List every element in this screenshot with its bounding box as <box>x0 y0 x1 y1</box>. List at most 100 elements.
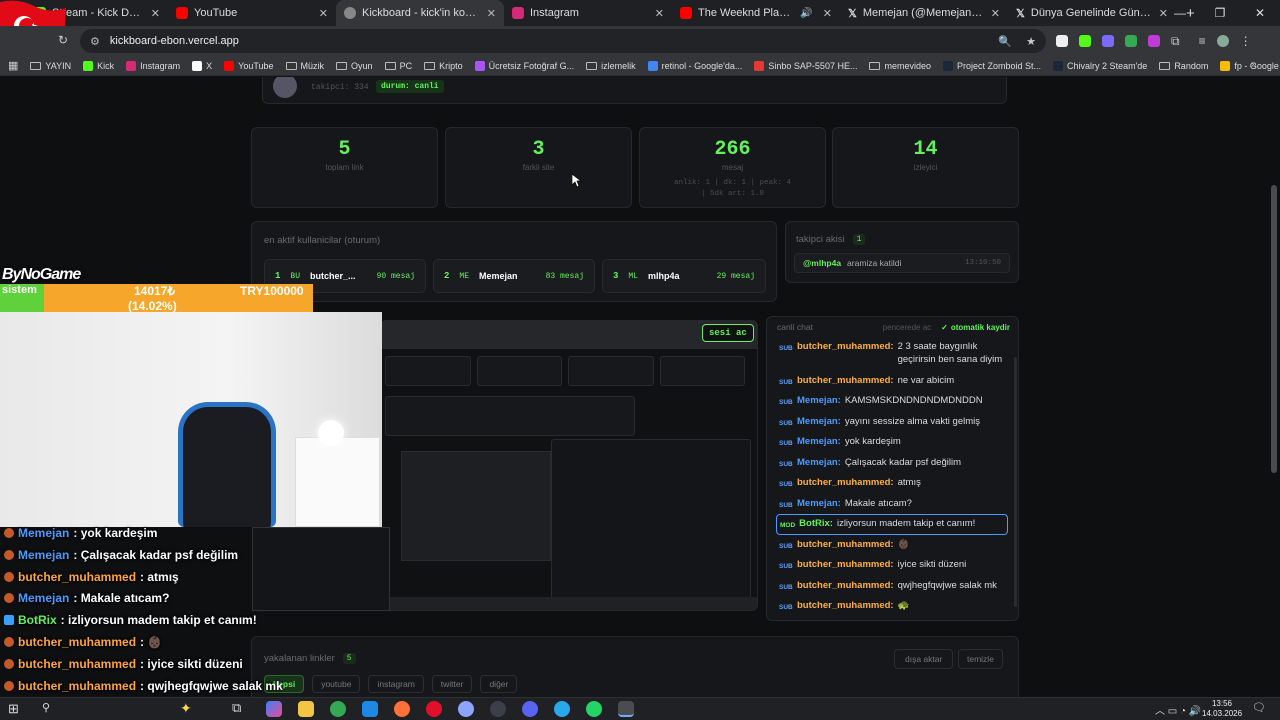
close-icon[interactable]: ✕ <box>319 7 328 20</box>
firefox-icon[interactable] <box>394 701 410 717</box>
extension-icon[interactable] <box>1148 35 1160 47</box>
menu-icon[interactable]: ⋮ <box>1240 34 1252 48</box>
widgets-icon[interactable]: ✦ <box>180 700 192 717</box>
site-info-icon[interactable]: ⚙ <box>90 35 100 48</box>
chrome-active-icon[interactable] <box>618 701 634 717</box>
zoom-icon[interactable]: 🔍 <box>998 35 1012 48</box>
page-scrollbar[interactable] <box>1271 185 1277 473</box>
close-icon[interactable]: ✕ <box>655 7 664 20</box>
bookmark-item[interactable]: PC <box>384 61 412 71</box>
bookmark-item[interactable]: retinol - Google'da... <box>647 60 742 71</box>
bookmark-item[interactable]: Müzik <box>285 61 324 71</box>
bookmark-label: YAYIN <box>45 60 72 71</box>
chat-username[interactable]: Memejan: <box>797 497 841 512</box>
telegram-icon[interactable] <box>554 701 570 717</box>
chat-username[interactable]: Memejan: <box>797 394 841 409</box>
bookmark-item[interactable]: Random <box>1159 61 1208 71</box>
extension-icon[interactable] <box>1056 35 1068 47</box>
close-icon[interactable]: ✕ <box>151 7 160 20</box>
popout-button[interactable]: pencerede ac <box>883 323 931 332</box>
start-button[interactable]: ⊞ <box>8 701 19 717</box>
close-window-button[interactable]: ✕ <box>1240 6 1280 20</box>
address-bar[interactable]: ⚙ kickboard-ebon.vercel.app 🔍 ★ <box>80 29 1046 53</box>
bookmark-item[interactable]: Ücretsiz Fotoğraf G... <box>474 60 574 71</box>
filter-twitter[interactable]: twitter <box>431 675 473 693</box>
restore-button[interactable]: ❐ <box>1200 6 1240 20</box>
chat-username[interactable]: Memejan: <box>797 435 841 450</box>
message-count: 29 mesaj <box>716 271 755 281</box>
mail-icon[interactable] <box>362 701 378 717</box>
bookmark-item[interactable]: Oyun <box>336 61 373 71</box>
chat-scrollbar[interactable] <box>1014 357 1017 607</box>
chat-username[interactable]: butcher_muhammed: <box>797 374 894 389</box>
task-view-icon[interactable]: ⧉ <box>232 700 241 716</box>
stream-preview[interactable]: sesi ac <box>380 320 758 611</box>
media-icon[interactable]: ≡ <box>1199 34 1206 48</box>
tab-trending[interactable]: 𝕏 Dünya Genelinde Gündemdeki ✕ <box>1008 0 1176 26</box>
bookmark-item[interactable]: Kick <box>83 60 114 71</box>
clear-button[interactable]: temizle <box>958 649 1003 669</box>
search-icon[interactable]: ⚲ <box>42 701 50 714</box>
url-text: kickboard-ebon.vercel.app <box>109 35 239 47</box>
bookmark-item[interactable]: Project Zomboid St... <box>943 60 1041 71</box>
app-icon[interactable] <box>458 701 474 717</box>
active-user-row[interactable]: 3 ML mlhp4a 29 mesaj <box>602 259 766 293</box>
tab-memejan-x[interactable]: 𝕏 Memejan (@MemejanShit) / X ✕ <box>840 0 1008 26</box>
unmute-button[interactable]: sesi ac <box>702 324 754 342</box>
export-button[interactable]: dışa aktar <box>894 649 954 669</box>
steam-icon[interactable] <box>490 701 506 717</box>
avatar[interactable] <box>1216 35 1229 47</box>
user-name: mlhp4a <box>648 271 680 281</box>
notification-icon[interactable]: 🗨 <box>1252 701 1266 714</box>
bookmark-item[interactable]: Kripto <box>424 61 463 71</box>
discord-icon[interactable] <box>522 701 538 717</box>
puzzle-icon[interactable]: ⧉ <box>1171 34 1180 49</box>
goal-label: sistem <box>2 284 37 296</box>
bookmark-item[interactable]: X <box>192 60 212 71</box>
extension-icon[interactable] <box>1102 35 1114 47</box>
whatsapp-icon[interactable] <box>586 701 602 717</box>
chrome-icon[interactable] <box>330 701 346 717</box>
tab-youtube[interactable]: YouTube ✕ <box>168 0 336 26</box>
speaker-icon[interactable]: 🔊 <box>800 8 812 19</box>
chat-username[interactable]: Memejan: <box>797 456 841 471</box>
kick-extension-icon[interactable] <box>1079 35 1091 47</box>
copilot-icon[interactable] <box>266 701 282 717</box>
tray-icons[interactable]: ︿ ▭ ◔ 🔊 <box>1155 702 1201 717</box>
chat-username[interactable]: Memejan: <box>797 415 841 430</box>
bookmark-item[interactable]: izlemelik <box>586 61 636 71</box>
close-icon[interactable]: ✕ <box>991 7 1000 20</box>
more-bookmarks-icon[interactable]: » <box>1251 59 1257 70</box>
kick-badge-icon <box>4 658 14 669</box>
chat-username[interactable]: butcher_muhammed: <box>797 538 894 553</box>
chat-username[interactable]: butcher_muhammed: <box>797 579 894 594</box>
bookmark-item[interactable]: Sinbo SAP-5507 HE... <box>754 60 858 71</box>
filter-other[interactable]: diğer <box>480 675 518 693</box>
opera-icon[interactable] <box>426 701 442 717</box>
bookmark-item[interactable]: Chivalry 2 Steam'de <box>1053 60 1147 71</box>
chat-username[interactable]: butcher_muhammed: <box>797 340 894 366</box>
chat-username[interactable]: BotRix: <box>799 517 833 532</box>
tab-kickboard[interactable]: Kickboard - kick'in kontrol pan ✕ <box>336 0 504 26</box>
explorer-icon[interactable] <box>298 701 314 717</box>
bookmark-item[interactable]: YouTube <box>224 60 274 71</box>
close-icon[interactable]: ✕ <box>823 7 832 20</box>
minimize-button[interactable]: — <box>1160 6 1200 20</box>
bookmark-label: Sinbo SAP-5507 HE... <box>768 60 858 71</box>
autoscroll-toggle[interactable]: ✓ otomatik kaydir <box>941 323 1010 332</box>
tab-weeknd-playlist[interactable]: The Weeknd Playlist | Ride 🔊 ✕ <box>672 0 840 26</box>
chat-username[interactable]: butcher_muhammed: <box>797 558 894 573</box>
bookmark-star-icon[interactable]: ★ <box>1026 35 1036 48</box>
bookmark-item[interactable]: memevideo <box>869 61 931 71</box>
reload-icon[interactable]: ↻ <box>58 33 68 47</box>
clock[interactable]: 13:56 14.03.2026 <box>1202 699 1242 719</box>
active-user-row[interactable]: 2 ME Memejan 83 mesaj <box>433 259 595 293</box>
apps-icon[interactable]: ▦ <box>8 59 18 72</box>
chat-username[interactable]: butcher_muhammed: <box>797 599 894 614</box>
bookmark-item[interactable]: Instagram <box>126 60 180 71</box>
tab-instagram[interactable]: Instagram ✕ <box>504 0 672 26</box>
close-icon[interactable]: ✕ <box>487 7 496 20</box>
shield-icon[interactable] <box>1125 35 1137 47</box>
chat-username[interactable]: butcher_muhammed: <box>797 476 894 491</box>
bookmark-item[interactable]: YAYIN <box>30 61 71 71</box>
